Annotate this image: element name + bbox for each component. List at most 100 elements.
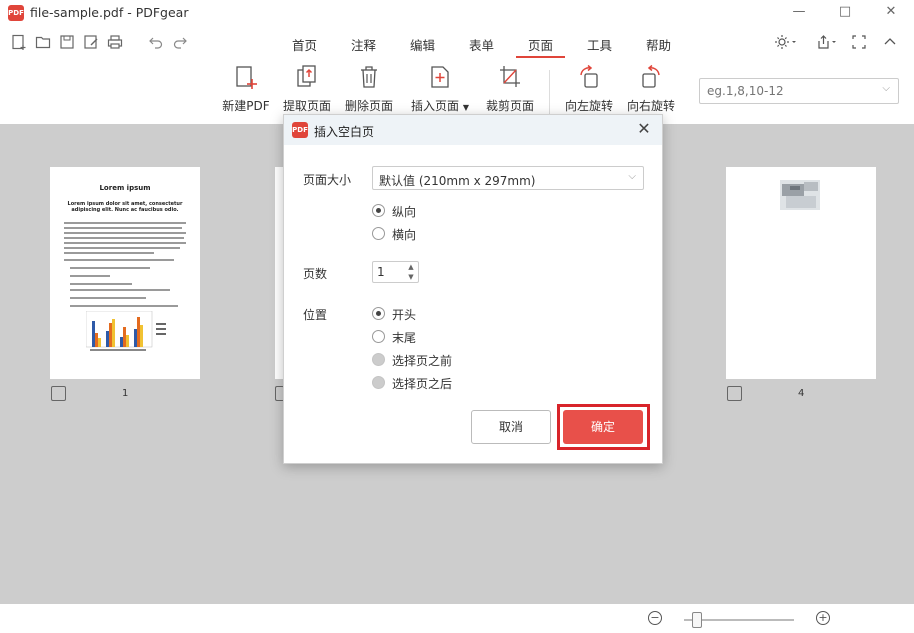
mini-bar-chart <box>86 311 166 351</box>
bullet-line <box>70 267 150 269</box>
page-size-label: 页面大小 <box>303 173 352 187</box>
crop-pages-button[interactable]: 裁剪页面 <box>481 64 539 114</box>
trash-icon <box>361 66 377 88</box>
orientation-portrait-label[interactable]: 纵向 <box>392 203 416 220</box>
text-line <box>64 252 154 254</box>
bullet-line <box>70 305 178 307</box>
new-file-icon[interactable] <box>11 34 27 50</box>
position-before-selected-label: 选择页之前 <box>392 354 453 368</box>
tab-home[interactable]: 首页 <box>292 35 317 55</box>
extract-pages-label: 提取页面 <box>282 99 331 113</box>
page-range-input[interactable] <box>700 79 870 103</box>
crop-pages-label: 裁剪页面 <box>485 99 534 113</box>
chevron-down-icon[interactable]: ▼ <box>406 273 416 282</box>
page-count-stepper[interactable]: 1 ▲ ▼ <box>372 261 419 283</box>
pdfgear-logo-icon: PDF <box>8 5 24 21</box>
chevron-up-icon[interactable]: ▲ <box>406 263 416 272</box>
theme-sun-icon[interactable] <box>775 34 797 50</box>
extract-pages-icon <box>297 65 316 87</box>
bullet-line <box>70 297 146 299</box>
position-after-selected-radio <box>372 376 385 389</box>
close-icon[interactable]: ✕ <box>634 119 654 139</box>
zoom-out-icon[interactable]: − <box>648 611 662 625</box>
rotate-right-button[interactable]: 向右旋转 <box>622 64 680 114</box>
new-pdf-label: 新建PDF <box>222 99 270 113</box>
insert-pages-label: 插入页面 ▼ <box>411 99 469 113</box>
save-icon[interactable] <box>59 34 75 50</box>
tab-annotate[interactable]: 注释 <box>351 35 376 55</box>
text-line <box>64 247 180 249</box>
save-as-icon[interactable] <box>83 34 99 50</box>
pdfgear-logo-icon: PDF <box>292 122 308 138</box>
page-image <box>780 180 820 210</box>
delete-pages-button[interactable]: 删除页面 <box>340 64 398 114</box>
new-pdf-icon <box>236 66 257 89</box>
insert-page-icon <box>431 66 449 88</box>
collapse-ribbon-icon[interactable] <box>882 34 898 50</box>
position-end-label[interactable]: 末尾 <box>392 329 416 346</box>
bullet-line <box>70 283 132 285</box>
print-icon[interactable] <box>107 34 123 50</box>
insert-blank-page-dialog: PDF 插入空白页 ✕ 页面大小 默认值 (210mm x 297mm) ⌵ 纵… <box>283 114 663 464</box>
page-size-select[interactable]: 默认值 (210mm x 297mm) ⌵ <box>372 166 644 190</box>
redo-icon[interactable] <box>172 34 188 50</box>
dialog-title: 插入空白页 <box>314 125 375 139</box>
dialog-header: PDF 插入空白页 ✕ <box>284 115 662 145</box>
maximize-button[interactable]: □ <box>822 0 868 26</box>
page-count-value: 1 <box>377 265 385 279</box>
chevron-down-icon: ⌵ <box>628 171 636 182</box>
text-line <box>64 242 186 244</box>
rotate-left-label: 向左旋转 <box>564 99 613 113</box>
text-line <box>64 232 186 234</box>
ok-button[interactable]: 确定 <box>563 410 643 444</box>
rotate-right-icon <box>642 64 660 88</box>
page-4-number: 4 <box>798 388 805 399</box>
close-window-button[interactable]: ✕ <box>868 0 914 26</box>
share-icon[interactable] <box>816 34 838 50</box>
rotate-left-icon <box>580 64 598 88</box>
page-thumbnail-4[interactable] <box>726 167 876 379</box>
bullet-line <box>70 275 110 277</box>
text-line <box>64 237 184 239</box>
cancel-button[interactable]: 取消 <box>471 410 551 444</box>
delete-pages-label: 删除页面 <box>344 99 393 113</box>
open-folder-icon[interactable] <box>35 34 51 50</box>
text-line <box>64 227 182 229</box>
page-1-number: 1 <box>122 388 129 399</box>
tab-form[interactable]: 表单 <box>469 35 494 55</box>
title-bar: PDF file-sample.pdf - PDFgear — □ ✕ <box>0 0 914 26</box>
window-title: file-sample.pdf - PDFgear <box>30 5 189 20</box>
position-start-radio[interactable] <box>372 307 385 320</box>
orientation-portrait-radio[interactable] <box>372 204 385 217</box>
position-end-radio[interactable] <box>372 330 385 343</box>
page-thumbnail-1[interactable]: Lorem ipsum Lorem ipsum dolor sit amet, … <box>50 167 200 379</box>
insert-pages-button[interactable]: 插入页面 ▼ <box>410 64 470 114</box>
tab-tools[interactable]: 工具 <box>587 35 612 55</box>
tab-help[interactable]: 帮助 <box>646 35 671 55</box>
quick-access-bar: 首页 注释 编辑 表单 页面 工具 帮助 <box>0 28 914 58</box>
page-count-label: 页数 <box>303 267 328 281</box>
orientation-landscape-radio[interactable] <box>372 227 385 240</box>
orientation-landscape-label[interactable]: 横向 <box>392 226 416 243</box>
undo-icon[interactable] <box>148 34 164 50</box>
text-line <box>64 259 174 261</box>
page-1-checkbox[interactable] <box>51 386 66 401</box>
tab-edit[interactable]: 编辑 <box>410 35 435 55</box>
position-start-label[interactable]: 开头 <box>392 306 416 323</box>
doc-title: Lorem ipsum <box>99 184 151 192</box>
minimize-button[interactable]: — <box>776 0 822 26</box>
zoom-in-icon[interactable]: + <box>816 611 830 625</box>
page-toolbar: 新建PDF 提取页面 删除页面 插入页面 ▼ 裁剪页面 向左旋转 向右旋转 ⌵ <box>0 62 914 120</box>
position-label: 位置 <box>303 308 328 322</box>
page-range-field[interactable]: ⌵ <box>699 78 899 104</box>
chevron-down-icon[interactable]: ⌵ <box>882 83 890 94</box>
page-size-value: 默认值 (210mm x 297mm) <box>379 174 536 188</box>
zoom-slider-handle[interactable] <box>692 612 702 628</box>
new-pdf-button[interactable]: 新建PDF <box>217 64 275 114</box>
rotate-left-button[interactable]: 向左旋转 <box>560 64 618 114</box>
page-4-checkbox[interactable] <box>727 386 742 401</box>
tab-page[interactable]: 页面 <box>515 35 566 58</box>
fullscreen-icon[interactable] <box>851 34 867 50</box>
text-line <box>64 222 186 224</box>
extract-pages-button[interactable]: 提取页面 <box>278 64 336 114</box>
